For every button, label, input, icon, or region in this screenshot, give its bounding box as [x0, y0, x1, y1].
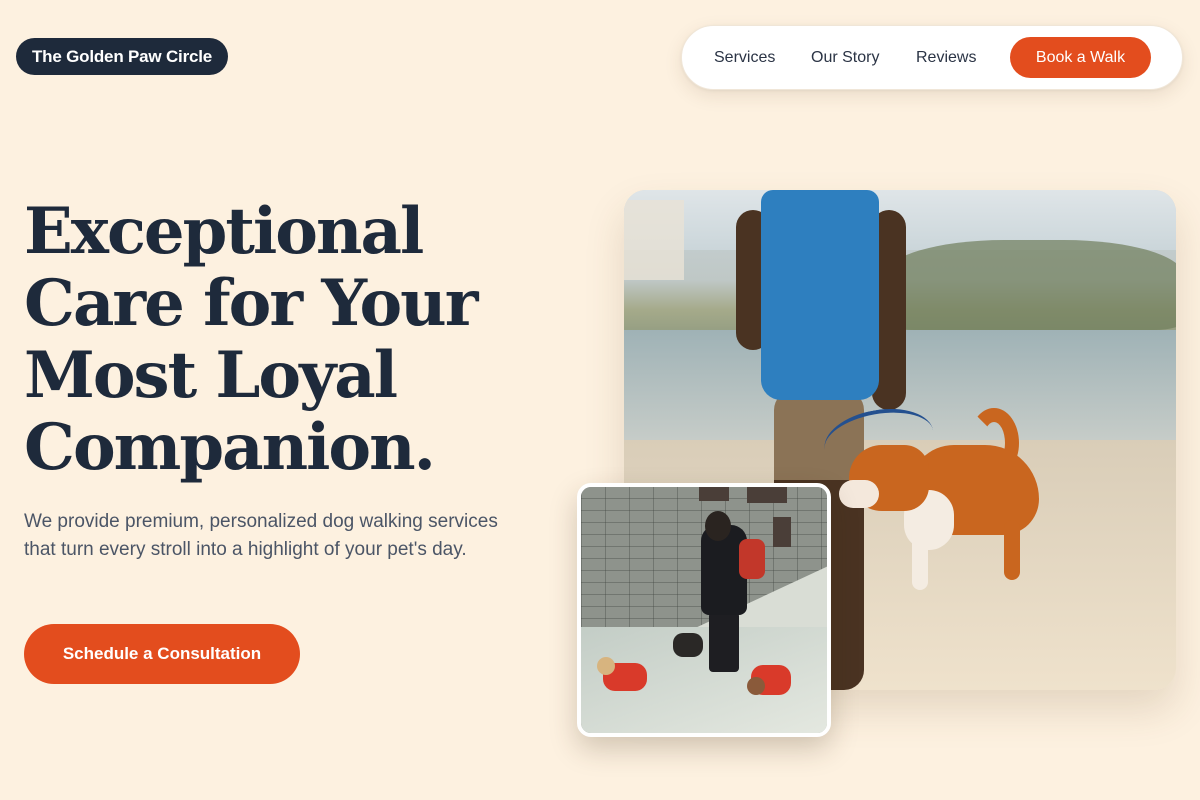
book-a-walk-button[interactable]: Book a Walk: [1010, 37, 1151, 78]
nav-link-services[interactable]: Services: [714, 48, 775, 68]
hero-title-line: Companion.: [24, 410, 436, 485]
photo-backpack: [739, 539, 765, 579]
hero-title-line: Most Loyal: [24, 338, 398, 413]
photo-trees: [884, 240, 1176, 330]
top-nav: Services Our Story Reviews Book a Walk: [681, 25, 1183, 90]
photo-window: [773, 517, 791, 547]
photo-walker-head: [705, 511, 731, 541]
photo-person-jersey: [761, 190, 879, 400]
photo-window: [747, 487, 787, 503]
photo-building: [624, 200, 684, 280]
hero-title-line: Exceptional: [24, 194, 424, 269]
nav-link-reviews[interactable]: Reviews: [916, 48, 976, 68]
photo-window: [699, 487, 729, 501]
photo-small-dog: [673, 633, 703, 657]
hero-title-line: Care for Your: [24, 266, 478, 341]
hero-subtitle: We provide premium, personalized dog wal…: [24, 511, 498, 560]
secondary-photo-city-walk: [577, 483, 831, 737]
photo-dog-leg: [1004, 520, 1020, 580]
photo-walker-legs: [709, 612, 739, 672]
hero-title: Exceptional Care for Your Most Loyal Com…: [24, 196, 564, 484]
nav-link-our-story[interactable]: Our Story: [811, 48, 879, 68]
photo-small-dog-head: [597, 657, 615, 675]
photo-dog-snout: [839, 480, 879, 508]
photo-small-dog-head: [747, 677, 765, 695]
schedule-consultation-button[interactable]: Schedule a Consultation: [24, 624, 300, 684]
landing-page: The Golden Paw Circle Services Our Story…: [0, 0, 1200, 800]
brand-logo-pill[interactable]: The Golden Paw Circle: [16, 38, 229, 75]
